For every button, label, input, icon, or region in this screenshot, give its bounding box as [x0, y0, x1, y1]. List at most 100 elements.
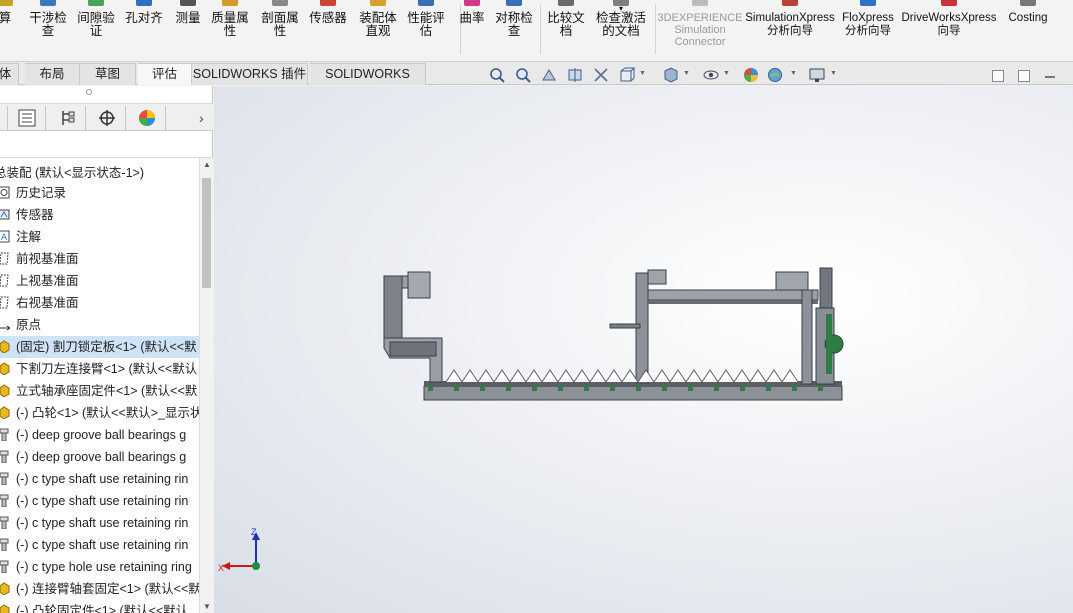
section-view-icon[interactable]	[566, 66, 584, 84]
tree-item-label: (-) 凸轮<1> (默认<<默认>_显示状	[16, 406, 199, 420]
zoom-area-icon[interactable]	[514, 66, 532, 84]
tree-item[interactable]: (固定) 割刀锁定板<1> (默认<<默	[0, 336, 199, 358]
tab-4[interactable]: SOLIDWORKS 插件	[192, 63, 308, 85]
tab-propertymanager[interactable]	[8, 106, 46, 130]
tree-item[interactable]: (-) c type shaft use retaining rin	[0, 534, 199, 556]
section-properties-icon	[272, 0, 288, 6]
tree-filter-area[interactable]	[0, 132, 211, 158]
tree-item[interactable]: (-) 凸轮固定件<1> (默认<<默认	[0, 600, 199, 613]
solidworks-window: 算干涉检查 间隙验证 孔对齐 测量 质量属性 剖面属性 传感器 装配体直观 性能评估 曲率 对称检查…	[0, 0, 1073, 613]
tab-5[interactable]: SOLIDWORKS MBD	[310, 63, 426, 101]
display-style-icon[interactable]	[662, 66, 680, 84]
compare-documents-button[interactable]: 比较文档	[542, 0, 590, 60]
3dexperience-connector-icon	[692, 0, 708, 6]
tree-item[interactable]: 上视基准面	[0, 270, 199, 292]
tree-item-label: (-) 凸轮固定件<1> (默认<<默认	[16, 604, 189, 613]
curvature-button[interactable]: 曲率	[454, 0, 490, 60]
symmetry-check-icon	[506, 0, 522, 6]
assembly-visualization-icon	[370, 0, 386, 6]
measure-button[interactable]: 测量	[170, 0, 206, 60]
costing-button[interactable]: Costing	[1004, 0, 1052, 60]
graphics-viewport[interactable]: Z X	[214, 86, 1073, 613]
part-icon	[0, 582, 10, 595]
viewport-tile-icon[interactable]	[992, 70, 1004, 82]
floxpress-button[interactable]: FloXpress 分析向导	[838, 0, 898, 60]
view-orientation-icon[interactable]	[618, 66, 636, 84]
tree-item-label: (-) c type shaft use retaining rin	[16, 516, 189, 530]
scroll-up-icon[interactable]: ▲	[203, 160, 211, 169]
tree-item[interactable]: (-) deep groove ball bearings g	[0, 446, 199, 468]
tab-1[interactable]: 布局	[25, 63, 80, 85]
ribbon-button-label: 测量	[175, 11, 201, 25]
view-orientation-dropdown-icon[interactable]: ▼	[639, 70, 646, 77]
ribbon-button-label: 间隙验证	[77, 11, 115, 38]
tree-item-label: (-) c type shaft use retaining rin	[16, 494, 189, 508]
3dexperience-connector-button[interactable]: 3DEXPERIENCE Simulation Connector	[656, 0, 744, 60]
tree-item[interactable]: 原点	[0, 314, 199, 336]
tree-item[interactable]: (-) 连接臂轴套固定<1> (默认<<默	[0, 578, 199, 600]
scroll-down-icon[interactable]: ▼	[203, 602, 211, 611]
tree-item[interactable]: (-) c type hole use retaining ring	[0, 556, 199, 578]
symmetry-check-button[interactable]: 对称检查	[492, 0, 536, 60]
tree-item[interactable]: 前视基准面	[0, 248, 199, 270]
tree-item[interactable]: A 注解	[0, 226, 199, 248]
tab-3[interactable]: 评估	[138, 63, 192, 85]
tree-item[interactable]: 右视基准面	[0, 292, 199, 314]
viewport-minimize-icon[interactable]	[1045, 76, 1055, 78]
scroll-thumb[interactable]	[202, 178, 211, 288]
calc-button[interactable]: 算	[0, 0, 22, 60]
simulationxpress-button[interactable]: SimulationXpress 分析向导	[744, 0, 836, 60]
ribbon-button-label: 对称检查	[495, 11, 533, 38]
tree-item[interactable]: 下割刀左连接臂<1> (默认<<默认	[0, 358, 199, 380]
viewport-split-icon[interactable]	[1018, 70, 1030, 82]
previous-view-icon[interactable]	[540, 66, 558, 84]
tree-scrollbar[interactable]: ▲ ▼	[199, 158, 213, 613]
edit-appearance-icon[interactable]	[742, 66, 760, 84]
panel-grip-icon[interactable]	[86, 89, 92, 95]
view-settings-icon[interactable]	[808, 66, 826, 84]
clearance-verify-button[interactable]: 间隙验证	[74, 0, 118, 60]
panel-tabs-chevron-icon[interactable]: ›	[199, 110, 204, 126]
tab-configurationmanager[interactable]	[48, 106, 86, 130]
hole-align-button[interactable]: 孔对齐	[122, 0, 166, 60]
sensor-icon	[0, 209, 10, 220]
tab-0[interactable]: 体	[0, 63, 19, 85]
ribbon-separator	[540, 4, 541, 54]
tab-displaymanager[interactable]	[128, 106, 166, 130]
configuration-icon	[62, 111, 75, 125]
tree-item[interactable]: (-) deep groove ball bearings g	[0, 424, 199, 446]
tree-item[interactable]: 传感器	[0, 204, 199, 226]
assembly-visualization-button[interactable]: 装配体直观	[354, 0, 402, 60]
driveworksxpress-icon	[941, 0, 957, 6]
part-icon	[0, 362, 10, 375]
apply-scene-icon[interactable]	[766, 66, 784, 84]
sensor-button[interactable]: 传感器	[306, 0, 350, 60]
ribbon-button-label: 剖面属性	[261, 11, 299, 38]
driveworksxpress-button[interactable]: DriveWorksXpress 向导	[898, 0, 1000, 60]
check-active-document-button[interactable]: 检查激活的文档 ▾	[592, 0, 650, 60]
tree-item[interactable]: (-) c type shaft use retaining rin	[0, 490, 199, 512]
dynamic-annotation-icon[interactable]	[592, 66, 610, 84]
triad-z-label: Z	[251, 527, 257, 537]
hide-show-items-icon[interactable]	[702, 66, 720, 84]
zoom-to-fit-icon[interactable]	[488, 66, 506, 84]
mass-properties-button[interactable]: 质量属性	[206, 0, 254, 60]
tree-item-label: (-) deep groove ball bearings g	[16, 428, 187, 442]
tab-featuremanager[interactable]	[0, 106, 8, 130]
section-properties-button[interactable]: 剖面属性	[256, 0, 304, 60]
tree-item[interactable]: (-) c type shaft use retaining rin	[0, 512, 199, 534]
display-style-dropdown-icon[interactable]: ▼	[683, 70, 690, 77]
tree-item[interactable]: (-) c type shaft use retaining rin	[0, 468, 199, 490]
tree-root-assembly[interactable]: 总装配 (默认<显示状态-1>)	[0, 162, 144, 181]
interference-check-button[interactable]: 干涉检查	[26, 0, 70, 60]
tree-item[interactable]: 立式轴承座固定件<1> (默认<<默	[0, 380, 199, 402]
tab-dimxpert[interactable]	[88, 106, 126, 130]
apply-scene-dropdown-icon[interactable]: ▼	[790, 70, 797, 77]
hide-show-dropdown-icon[interactable]: ▼	[723, 70, 730, 77]
tree-item[interactable]: 历史记录	[0, 182, 199, 204]
view-settings-dropdown-icon[interactable]: ▼	[830, 70, 837, 77]
toolbox-icon	[0, 494, 9, 507]
tab-2[interactable]: 草图	[80, 63, 136, 85]
tree-item[interactable]: (-) 凸轮<1> (默认<<默认>_显示状	[0, 402, 199, 424]
performance-evaluation-button[interactable]: 性能评估	[404, 0, 448, 60]
